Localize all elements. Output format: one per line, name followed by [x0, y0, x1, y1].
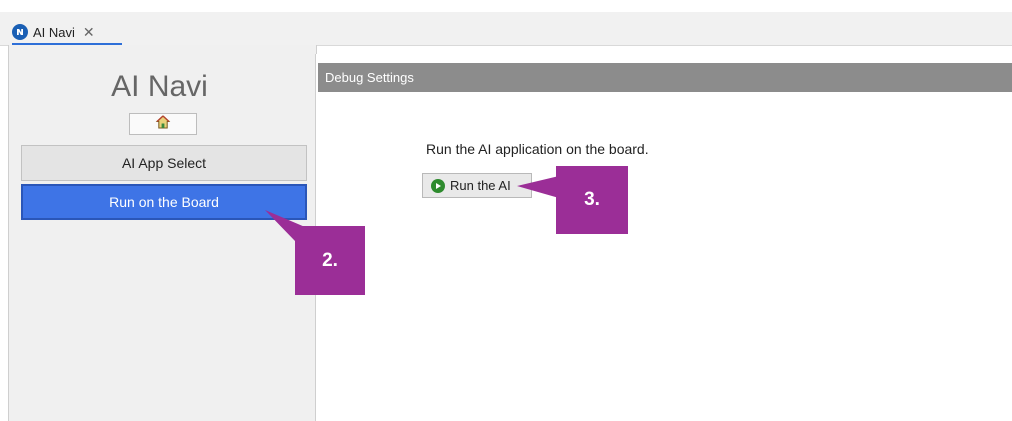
callout-label: 2.: [322, 249, 338, 271]
sidebar-item-label: AI App Select: [121, 155, 207, 171]
run-description: Run the AI application on the board.: [426, 141, 649, 157]
top-strip: [0, 0, 1012, 12]
callout-step-2: 2.: [295, 226, 365, 295]
renesas-logo-icon: [12, 24, 28, 40]
section-title: Debug Settings: [325, 70, 414, 85]
callout-label: 3.: [584, 189, 600, 210]
close-icon[interactable]: ✕: [83, 24, 95, 41]
tab-bar: AI Navi ✕: [0, 12, 1012, 46]
play-icon: [431, 178, 445, 193]
tab-ai-navi[interactable]: AI Navi ✕: [12, 20, 122, 44]
sidebar-title: AI Navi: [111, 70, 208, 103]
sidebar-item-label: Run on the Board: [109, 194, 219, 210]
run-ai-button-label: Run the AI: [450, 178, 511, 193]
callout-step-3: 3.: [556, 166, 628, 234]
home-icon: [155, 114, 171, 135]
sidebar-item-ai-app-select[interactable]: AI App Select: [21, 145, 307, 181]
home-button[interactable]: [129, 113, 197, 135]
section-header-debug-settings: Debug Settings: [318, 63, 1012, 92]
main-panel: [315, 54, 1012, 421]
tab-label: AI Navi: [33, 24, 75, 40]
